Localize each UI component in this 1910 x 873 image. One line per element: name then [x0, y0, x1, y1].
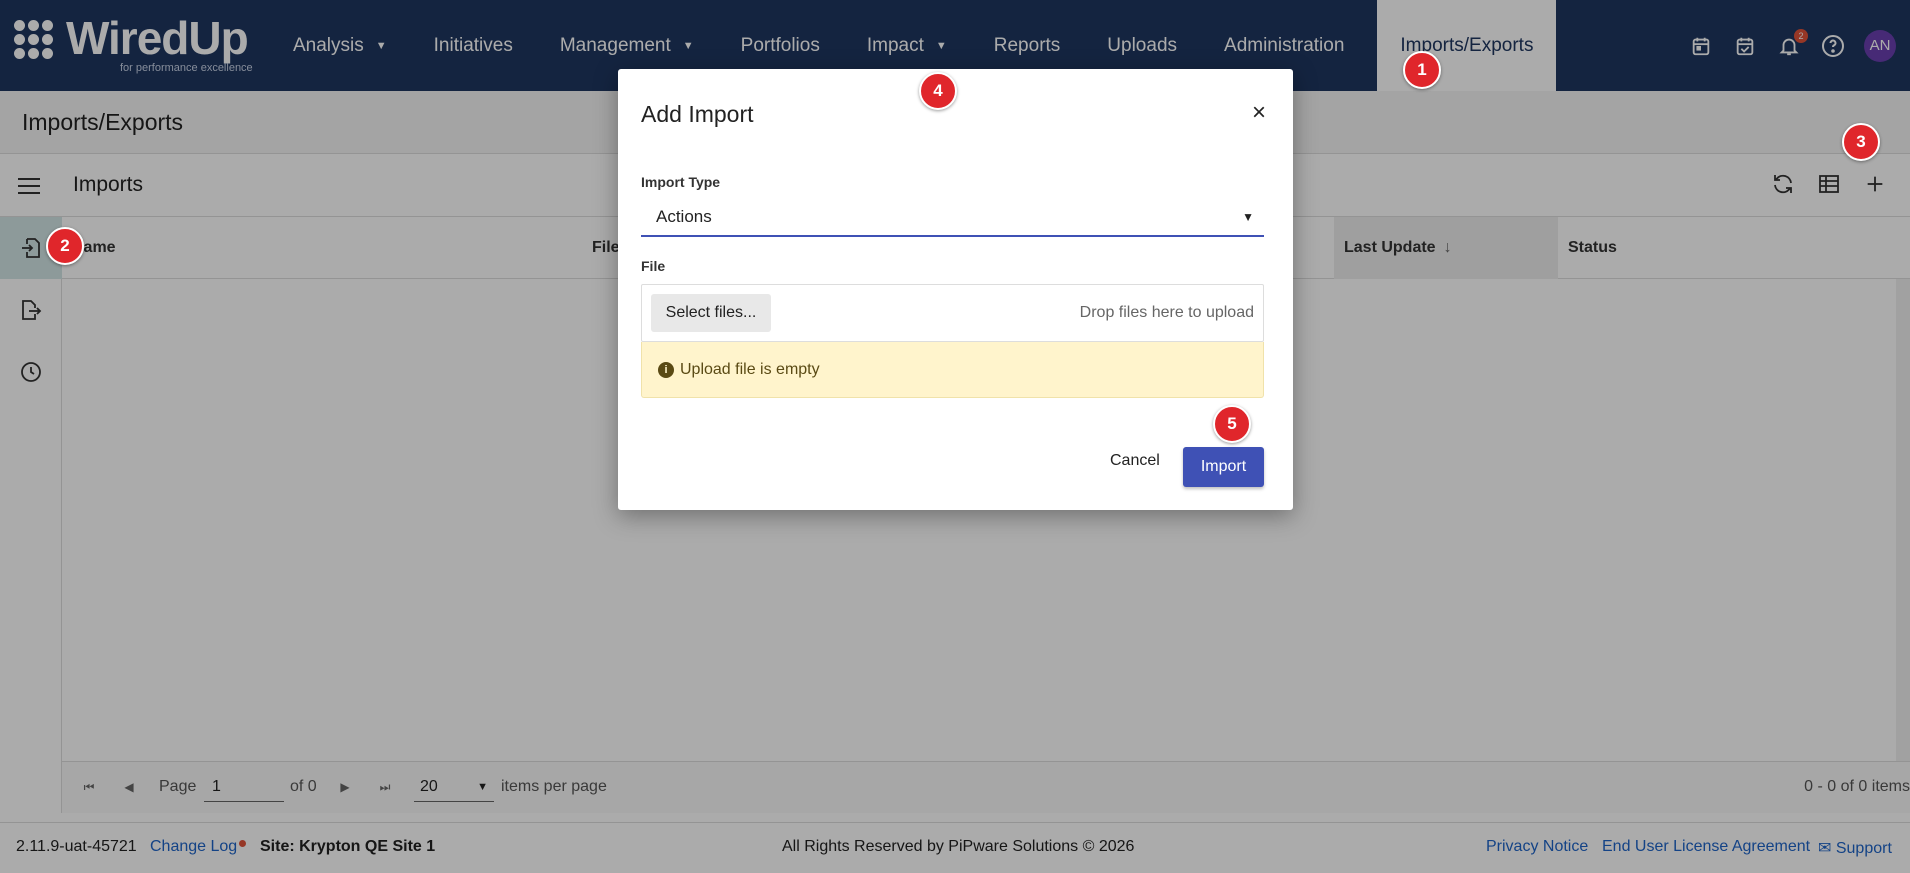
step-marker-2: 2	[46, 227, 84, 265]
step-marker-1: 1	[1403, 51, 1441, 89]
dialog-title: Add Import	[641, 101, 754, 127]
step-marker-5: 5	[1213, 405, 1251, 443]
step-marker-4: 4	[919, 72, 957, 110]
info-icon: i	[658, 361, 674, 378]
upload-warning: i Upload file is empty	[641, 342, 1264, 398]
file-label: File	[641, 258, 666, 274]
add-import-dialog: Add Import × Import Type Actions ▼ File …	[618, 69, 1293, 510]
import-type-value: Actions	[656, 207, 712, 226]
import-button[interactable]: Import	[1183, 447, 1264, 487]
close-icon[interactable]: ×	[1247, 99, 1271, 127]
drop-files-hint: Drop files here to upload	[1079, 304, 1254, 321]
import-type-label: Import Type	[641, 174, 721, 190]
select-files-button[interactable]: Select files...	[651, 294, 771, 332]
import-type-select[interactable]: Actions ▼	[641, 199, 1264, 237]
cancel-button[interactable]: Cancel	[1100, 446, 1170, 476]
file-upload-dropzone[interactable]: Select files... Drop files here to uploa…	[641, 284, 1264, 342]
step-marker-3: 3	[1842, 123, 1880, 161]
caret-down-icon: ▼	[1242, 210, 1254, 224]
upload-warning-text: Upload file is empty	[680, 360, 820, 378]
